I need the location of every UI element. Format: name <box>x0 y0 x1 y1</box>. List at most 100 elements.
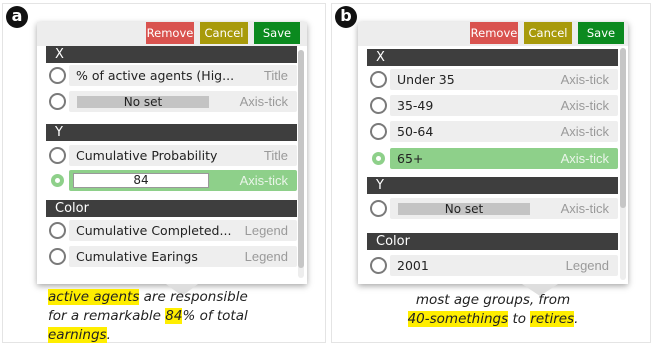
caption-highlight: retires <box>530 311 575 327</box>
caption-line: 40-somethings to retires. <box>401 310 585 329</box>
caption-highlight: 40-somethings <box>407 311 509 327</box>
unset-value-bar: No set <box>398 203 530 215</box>
panel-b-badge: b <box>335 6 357 28</box>
radio-button[interactable] <box>49 93 66 110</box>
list-item[interactable]: Cumulative Probability Title <box>46 144 297 167</box>
cancel-button[interactable]: Cancel <box>200 22 248 44</box>
radio-button[interactable] <box>49 248 66 265</box>
field: % of active agents (Hig... Title <box>69 65 297 86</box>
radio-button-selected[interactable] <box>49 172 66 189</box>
field-label: 35-49 <box>397 98 434 113</box>
field-type-tag: Legend <box>565 258 609 273</box>
caption-text: to <box>508 311 531 327</box>
caption-text: . <box>574 311 579 327</box>
section-color-header: Color <box>367 233 618 250</box>
scrollbar-thumb[interactable] <box>620 48 626 208</box>
section-y-header: Y <box>367 177 618 194</box>
field-type-tag: Legend <box>244 249 288 264</box>
scrollbar[interactable] <box>298 50 304 278</box>
caption-text: . <box>106 327 111 343</box>
caption-line: active agents are responsible <box>48 288 248 307</box>
field: 35-49 Axis-tick <box>390 95 618 116</box>
field-type-tag: Title <box>263 148 288 163</box>
field: 50-64 Axis-tick <box>390 121 618 142</box>
caption-highlight: active agents <box>48 289 140 305</box>
caption-text: are responsible <box>139 289 248 305</box>
field-type-tag: Axis-tick <box>239 173 288 188</box>
remove-button[interactable]: Remove <box>146 22 194 44</box>
radio-button-selected[interactable] <box>370 150 387 167</box>
panel-a-badge: a <box>6 6 28 28</box>
list-item[interactable]: 2001 Legend <box>367 254 618 277</box>
radio-button[interactable] <box>370 123 387 140</box>
section-x-header: X <box>367 49 618 66</box>
list-item[interactable]: Cumulative Completed... Legend <box>46 219 297 242</box>
field-type-tag: Legend <box>244 223 288 238</box>
radio-button[interactable] <box>370 97 387 114</box>
section-color-header: Color <box>46 200 297 217</box>
list-item[interactable]: 35-49 Axis-tick <box>367 94 618 117</box>
caption-text: most age groups, from <box>415 292 571 308</box>
panel-b-caption: most age groups, from 40-somethings to r… <box>401 291 585 329</box>
field: No set Axis-tick <box>69 91 297 112</box>
caption-highlight: 84 <box>165 308 183 324</box>
caption-highlight: earnings <box>48 327 107 343</box>
field: 2001 Legend <box>390 255 618 276</box>
field: Cumulative Probability Title <box>69 145 297 166</box>
field: 84 Axis-tick <box>69 170 297 191</box>
field: Cumulative Earings Legend <box>69 246 297 267</box>
field-type-tag: Title <box>263 68 288 83</box>
field-label: 65+ <box>397 151 424 166</box>
field-label: 2001 <box>397 258 429 273</box>
field: Under 35 Axis-tick <box>390 69 618 90</box>
list-item-selected[interactable]: 65+ Axis-tick <box>367 147 618 170</box>
list-item[interactable]: 50-64 Axis-tick <box>367 120 618 143</box>
field-type-tag: Axis-tick <box>560 98 609 113</box>
scrollbar[interactable] <box>620 48 626 280</box>
caption-text: for a remarkable <box>48 308 166 324</box>
save-button[interactable]: Save <box>578 22 624 44</box>
field: No set Axis-tick <box>390 198 618 219</box>
list-item[interactable]: No set Axis-tick <box>46 90 297 113</box>
radio-button[interactable] <box>49 67 66 84</box>
caption-line: most age groups, from <box>401 291 585 310</box>
scrollbar-thumb[interactable] <box>298 50 304 268</box>
panel-a-toolbar: Remove Cancel Save <box>37 22 307 46</box>
panel-b-toolbar: Remove Cancel Save <box>358 22 628 46</box>
field: Cumulative Completed... Legend <box>69 220 297 241</box>
radio-button[interactable] <box>370 257 387 274</box>
field-label: Under 35 <box>397 72 455 87</box>
field-label: Cumulative Completed... <box>76 223 232 238</box>
save-button[interactable]: Save <box>254 22 300 44</box>
caption-text: % of total <box>182 308 248 324</box>
unset-value-bar: No set <box>77 96 209 108</box>
radio-button[interactable] <box>370 200 387 217</box>
field-label: Cumulative Probability <box>76 148 218 163</box>
value-input[interactable]: 84 <box>73 173 209 188</box>
field-type-tag: Axis-tick <box>560 201 609 216</box>
list-item[interactable]: No set Axis-tick <box>367 197 618 220</box>
field-type-tag: Axis-tick <box>560 72 609 87</box>
field-type-tag: Axis-tick <box>560 151 609 166</box>
radio-button[interactable] <box>49 222 66 239</box>
field-type-tag: Axis-tick <box>239 94 288 109</box>
field-label: 50-64 <box>397 124 434 139</box>
list-item-selected[interactable]: 84 Axis-tick <box>46 169 297 192</box>
radio-button[interactable] <box>370 71 387 88</box>
field: 65+ Axis-tick <box>390 148 618 169</box>
caption-line: for a remarkable 84% of total <box>48 307 248 326</box>
section-y-header: Y <box>46 124 297 141</box>
panel-a-editor-card: Remove Cancel Save X % of active agents … <box>37 22 307 284</box>
field-type-tag: Axis-tick <box>560 124 609 139</box>
cancel-button[interactable]: Cancel <box>524 22 572 44</box>
panel-b-editor-card: Remove Cancel Save X Under 35 Axis-tick … <box>358 22 628 284</box>
section-x-header: X <box>46 46 297 63</box>
list-item[interactable]: Cumulative Earings Legend <box>46 245 297 268</box>
list-item[interactable]: Under 35 Axis-tick <box>367 68 618 91</box>
field-label: Cumulative Earings <box>76 249 198 264</box>
remove-button[interactable]: Remove <box>470 22 518 44</box>
field-label: % of active agents (Hig... <box>76 68 235 83</box>
list-item[interactable]: % of active agents (Hig... Title <box>46 64 297 87</box>
radio-button[interactable] <box>49 147 66 164</box>
caption-line: earnings. <box>48 326 248 345</box>
